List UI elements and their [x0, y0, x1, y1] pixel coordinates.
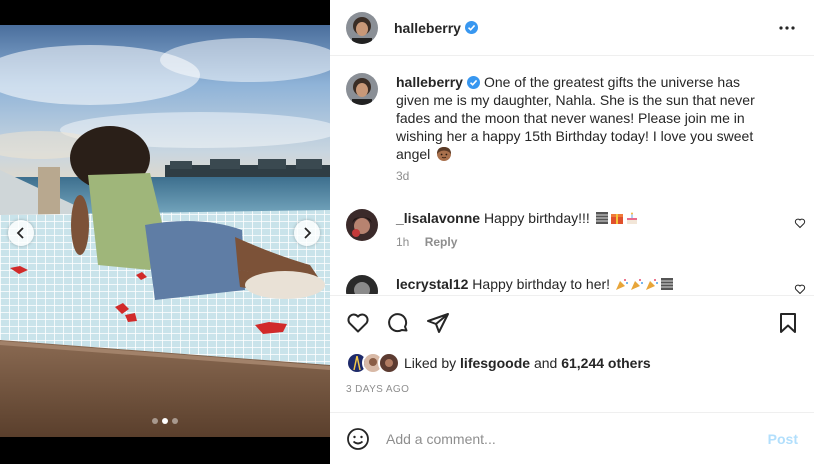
carousel-dot	[152, 418, 158, 424]
likes-summary: Liked by lifesgoode and 61,244 others	[346, 352, 651, 374]
comment-item: _lisalavonne Happy birthday!!! 1h Reply	[346, 209, 806, 249]
post-comment-button[interactable]: Post	[768, 431, 798, 447]
books-emoji-icon	[660, 278, 673, 290]
likers-avatars[interactable]	[346, 352, 402, 374]
comment-username[interactable]: _lisalavonne	[396, 210, 480, 226]
more-options-icon[interactable]	[778, 20, 796, 36]
share-paper-plane-icon[interactable]	[426, 311, 450, 335]
author-username[interactable]: halleberry	[394, 20, 461, 36]
first-liker-link[interactable]: lifesgoode	[460, 355, 530, 371]
post-photo[interactable]	[0, 25, 330, 437]
verified-badge-icon	[466, 76, 480, 89]
comment-item: lecrystal12 Happy birthday to her!	[346, 275, 806, 294]
liker-avatar	[378, 352, 400, 374]
comment-bubble-icon[interactable]	[386, 311, 410, 335]
comment-text: Happy birthday to her!	[472, 276, 611, 292]
party-popper-emoji-icon	[630, 279, 643, 290]
commenter-avatar[interactable]	[346, 209, 378, 241]
media-pane	[0, 0, 330, 464]
post-actions-section: Liked by lifesgoode and 61,244 others 3 …	[330, 295, 814, 412]
gift-emoji-icon	[610, 214, 623, 224]
post-caption: halleberry One of the greatest gifts the…	[346, 73, 796, 183]
party-popper-emoji-icon	[615, 279, 628, 290]
add-comment-bar: Post	[330, 412, 814, 464]
books-emoji-icon	[595, 212, 608, 224]
post-details-panel: halleberry halleberry One of the greates…	[330, 0, 814, 464]
action-icons-row	[346, 311, 798, 337]
post-timestamp[interactable]: 3 DAYS AGO	[346, 384, 409, 395]
like-heart-icon[interactable]	[346, 311, 370, 335]
emoji-picker-icon[interactable]	[346, 427, 370, 451]
reply-button[interactable]: Reply	[425, 235, 458, 249]
author-avatar[interactable]	[346, 73, 378, 105]
instagram-post-modal: halleberry halleberry One of the greates…	[0, 0, 814, 464]
liked-by-connector: and	[533, 355, 558, 371]
woman-face-emoji-icon	[437, 147, 452, 161]
like-comment-heart-icon[interactable]	[794, 217, 806, 229]
party-popper-emoji-icon	[645, 279, 658, 290]
others-likes-link[interactable]: 61,244 others	[561, 355, 651, 371]
save-bookmark-icon[interactable]	[776, 311, 800, 335]
comment-text: Happy birthday!!!	[483, 210, 590, 226]
liked-by-prefix: Liked by	[404, 355, 457, 371]
chevron-right-icon	[304, 227, 312, 239]
previous-slide-button[interactable]	[8, 220, 34, 246]
chevron-left-icon	[16, 227, 24, 239]
carousel-indicator	[0, 418, 330, 424]
comment-input[interactable]	[386, 430, 746, 447]
cake-emoji-icon	[626, 212, 637, 224]
caption-age[interactable]: 3d	[396, 169, 776, 183]
carousel-dot	[172, 418, 178, 424]
verified-badge-icon	[464, 21, 478, 34]
author-avatar[interactable]	[346, 11, 378, 44]
comments-list[interactable]: halleberry One of the greatest gifts the…	[330, 57, 814, 294]
next-slide-button[interactable]	[294, 220, 320, 246]
caption-username[interactable]: halleberry	[396, 74, 463, 90]
post-header: halleberry	[330, 0, 814, 56]
comment-age[interactable]: 1h	[396, 235, 409, 249]
commenter-avatar[interactable]	[346, 275, 378, 294]
comment-username[interactable]: lecrystal12	[396, 276, 468, 292]
carousel-dot	[162, 418, 168, 424]
like-comment-heart-icon[interactable]	[794, 283, 806, 294]
